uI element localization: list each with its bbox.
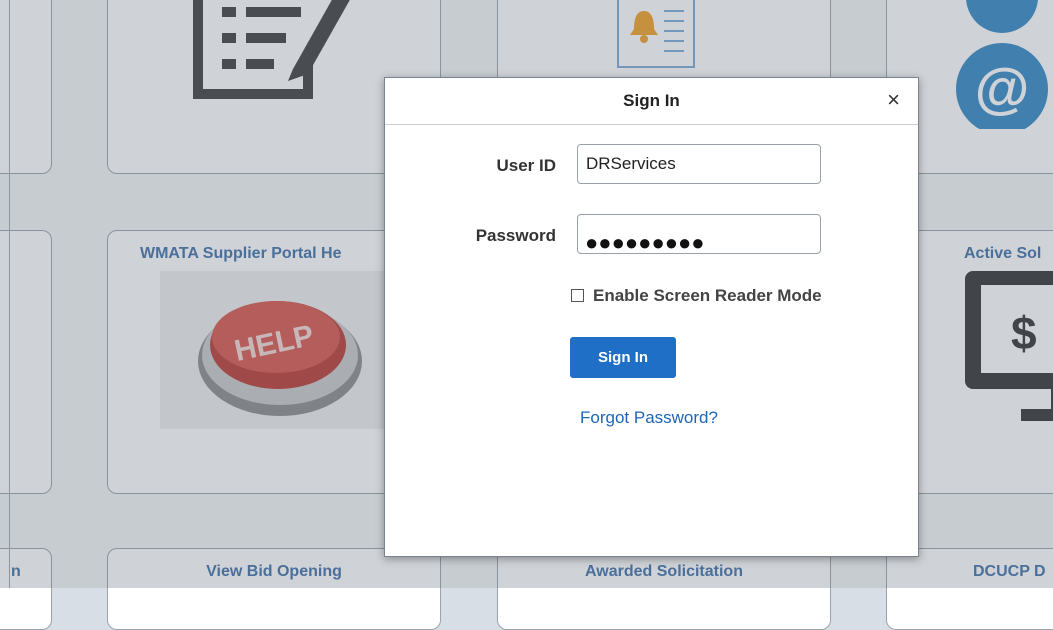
dialog-header: Sign In × [385, 78, 918, 125]
sign-in-dialog: Sign In × User ID Password ●●●●●●●●● Ena… [384, 77, 919, 557]
dialog-title: Sign In [623, 91, 680, 110]
close-icon[interactable]: × [887, 88, 900, 112]
password-label: Password [475, 226, 556, 245]
frame-edge [9, 0, 10, 588]
password-input[interactable] [577, 214, 821, 254]
forgot-password-link[interactable]: Forgot Password? [580, 408, 718, 428]
screen-reader-label[interactable]: Enable Screen Reader Mode [593, 286, 822, 306]
user-id-input[interactable] [577, 144, 821, 184]
sign-in-button[interactable]: Sign In [570, 337, 676, 378]
screen-reader-checkbox[interactable] [571, 289, 584, 302]
user-id-label: User ID [496, 156, 556, 175]
